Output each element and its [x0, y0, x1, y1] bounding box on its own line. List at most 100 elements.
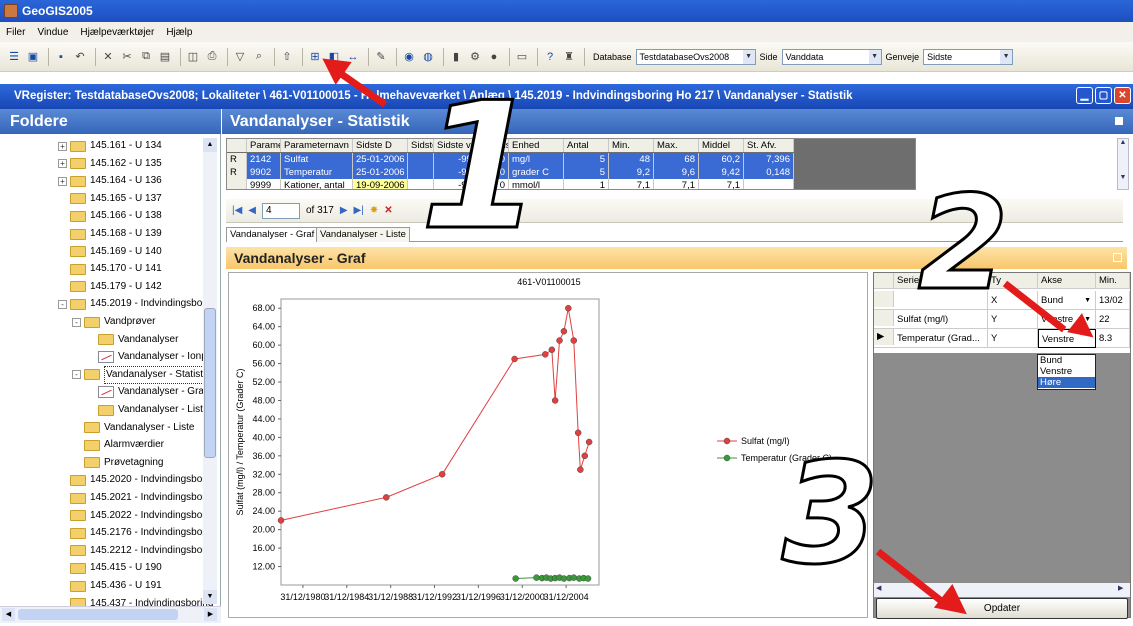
table-cell[interactable]: 0,148 [744, 166, 794, 179]
tree-item[interactable]: Alarmværdier [72, 437, 164, 453]
document-icon[interactable]: ▮ [448, 49, 464, 65]
chevron-down-icon[interactable]: ▼ [742, 49, 755, 64]
axis-option-hoejre[interactable]: Høre [1038, 377, 1095, 388]
close-icon[interactable]: ✕ [1114, 87, 1131, 104]
series-cell-min[interactable]: 8.3 [1096, 329, 1130, 348]
first-record-icon[interactable]: |◀ [232, 205, 242, 216]
find-icon[interactable]: ⌕ [251, 49, 267, 65]
scroll-up-icon[interactable]: ▲ [1118, 139, 1128, 146]
table-cell[interactable]: Temperatur [281, 166, 353, 179]
table-cell[interactable]: 19-09-2006 11 [353, 179, 408, 189]
tree-item[interactable]: - 145.2019 - Indvindingsborin [58, 296, 213, 312]
expand-icon[interactable]: + [58, 176, 67, 186]
window-icon[interactable]: ▣ [25, 49, 41, 65]
settings-icon[interactable]: ⚙ [467, 49, 483, 65]
folder-icon[interactable]: ▭ [514, 49, 530, 65]
tree-item[interactable]: 145.2176 - Indvindingsborin [58, 525, 213, 541]
tree-item[interactable]: +145.164 - U 136 [58, 173, 162, 189]
grid-column-header[interactable]: Sidste D [353, 139, 408, 152]
tree-item[interactable]: 145.415 - U 190 [58, 560, 162, 576]
maximize-icon[interactable]: ▢ [1095, 87, 1112, 104]
table-cell[interactable]: 25-01-2006 11 [353, 166, 408, 179]
row-selector[interactable]: R [227, 166, 247, 179]
table-cell[interactable]: 7,396 [744, 153, 794, 166]
tree-item[interactable]: Vandanalyser - Liste [72, 420, 194, 436]
scroll-right-icon[interactable]: ▶ [1118, 584, 1123, 592]
tree-item[interactable]: 145.179 - U 142 [58, 279, 162, 295]
tree-item[interactable]: 145.166 - U 138 [58, 208, 162, 224]
grid-column-header[interactable]: Antal [564, 139, 609, 152]
series-column-header[interactable]: Akse [1038, 273, 1096, 289]
expand-icon[interactable]: + [58, 141, 67, 151]
series-horizontal-scrollbar[interactable]: ◀ ▶ [874, 583, 1130, 597]
sql-icon[interactable]: ♜ [561, 49, 577, 65]
print-preview-icon[interactable]: ◫ [185, 49, 201, 65]
panel-collapse-icon[interactable] [1115, 117, 1123, 125]
grid-column-header[interactable]: Middel [699, 139, 744, 152]
row-indicator[interactable] [874, 291, 894, 307]
scroll-up-icon[interactable]: ▲ [203, 138, 217, 152]
row-selector[interactable] [227, 179, 247, 189]
print-icon[interactable]: ⎙ [204, 49, 220, 65]
tree-item[interactable]: 145.2021 - Indvindingsborin [58, 490, 213, 506]
series-cell-min[interactable]: 22 [1096, 310, 1130, 329]
copy-icon[interactable]: ⧉ [138, 49, 154, 65]
grid-column-header[interactable]: Max. [654, 139, 699, 152]
grid-column-header[interactable]: Parameternavn [281, 139, 353, 152]
search-globe-icon[interactable]: ◉ [401, 49, 417, 65]
scroll-thumb[interactable] [204, 308, 216, 458]
scroll-down-icon[interactable]: ▼ [203, 590, 217, 604]
tree-item[interactable]: Vandanalyser - Graf [86, 384, 207, 400]
collapse-icon[interactable]: - [72, 317, 81, 327]
side-select[interactable]: Vanddata ▼ [781, 48, 882, 65]
tree-item[interactable]: +145.162 - U 135 [58, 156, 162, 172]
series-column-header[interactable]: Min. [1096, 273, 1130, 289]
expand-icon[interactable]: + [58, 159, 67, 169]
table-cell[interactable]: 9,42 [699, 166, 744, 179]
delete-icon[interactable]: ✕ [100, 49, 116, 65]
axis-dropdown-list[interactable]: Bund Venstre Høre [1037, 354, 1096, 390]
collapse-icon[interactable]: - [58, 299, 67, 309]
axis-option-bund[interactable]: Bund [1038, 355, 1095, 366]
delete-record-icon[interactable]: ✕ [384, 205, 392, 216]
table-cell[interactable] [744, 179, 794, 189]
series-cell-type[interactable]: Y [988, 329, 1038, 348]
update-button[interactable]: Opdater [876, 598, 1128, 619]
table-cell[interactable]: 25-01-2006 11 [353, 153, 408, 166]
tree-item[interactable]: Vandanalyser [86, 332, 178, 348]
genveje-select[interactable]: Sidste ▼ [923, 48, 1014, 65]
tree-item[interactable]: 145.436 - U 191 [58, 578, 162, 594]
table-cell[interactable]: Sulfat [281, 153, 353, 166]
database-select[interactable]: TestdatabaseOvs2008 ▼ [635, 48, 756, 65]
grid-column-header[interactable]: St. Afv. [744, 139, 794, 152]
panel-maximize-icon[interactable] [1113, 253, 1122, 262]
table-cell[interactable]: 7,1 [654, 179, 699, 189]
tree-item[interactable]: 145.2022 - Indvindingsborin [58, 508, 213, 524]
next-record-icon[interactable]: ▶ [340, 205, 348, 216]
menu-vindue[interactable]: Vindue [37, 27, 68, 38]
tree-item[interactable]: - Vandprøver [72, 314, 156, 330]
series-cell-serie[interactable]: Temperatur (Grad... [894, 329, 988, 348]
table-cell[interactable]: 9902 [247, 166, 281, 179]
tree-item[interactable]: 145.2020 - Indvindingsborin [58, 472, 213, 488]
menu-filer[interactable]: Filer [6, 27, 25, 38]
filter-icon[interactable]: ▽ [232, 49, 248, 65]
help-icon[interactable]: ? [542, 49, 558, 65]
menu-help[interactable]: Hjælp [166, 27, 192, 38]
tree-item[interactable]: - Vandanalyser - Statistik [72, 365, 213, 384]
axis-option-venstre[interactable]: Venstre [1038, 366, 1095, 377]
table-cell[interactable]: 5 [564, 153, 609, 166]
series-cell-akse[interactable]: Bund ▼ [1038, 291, 1096, 310]
undo-icon[interactable]: ↶ [72, 49, 88, 65]
table-cell[interactable]: 9,2 [609, 166, 654, 179]
folder-vertical-scrollbar[interactable]: ▲ ▼ [203, 138, 217, 604]
record-position-input[interactable]: 4 [262, 202, 300, 219]
row-indicator[interactable] [874, 310, 894, 326]
table-cell[interactable]: 7,1 [699, 179, 744, 189]
collapse-icon[interactable]: - [72, 370, 81, 380]
table-cell[interactable]: 9,6 [654, 166, 699, 179]
table-cell[interactable]: 2142 [247, 153, 281, 166]
folder-horizontal-scrollbar[interactable]: ◀ ▶ [0, 606, 221, 623]
scroll-thumb[interactable] [18, 609, 178, 620]
table-cell[interactable]: 68 [654, 153, 699, 166]
